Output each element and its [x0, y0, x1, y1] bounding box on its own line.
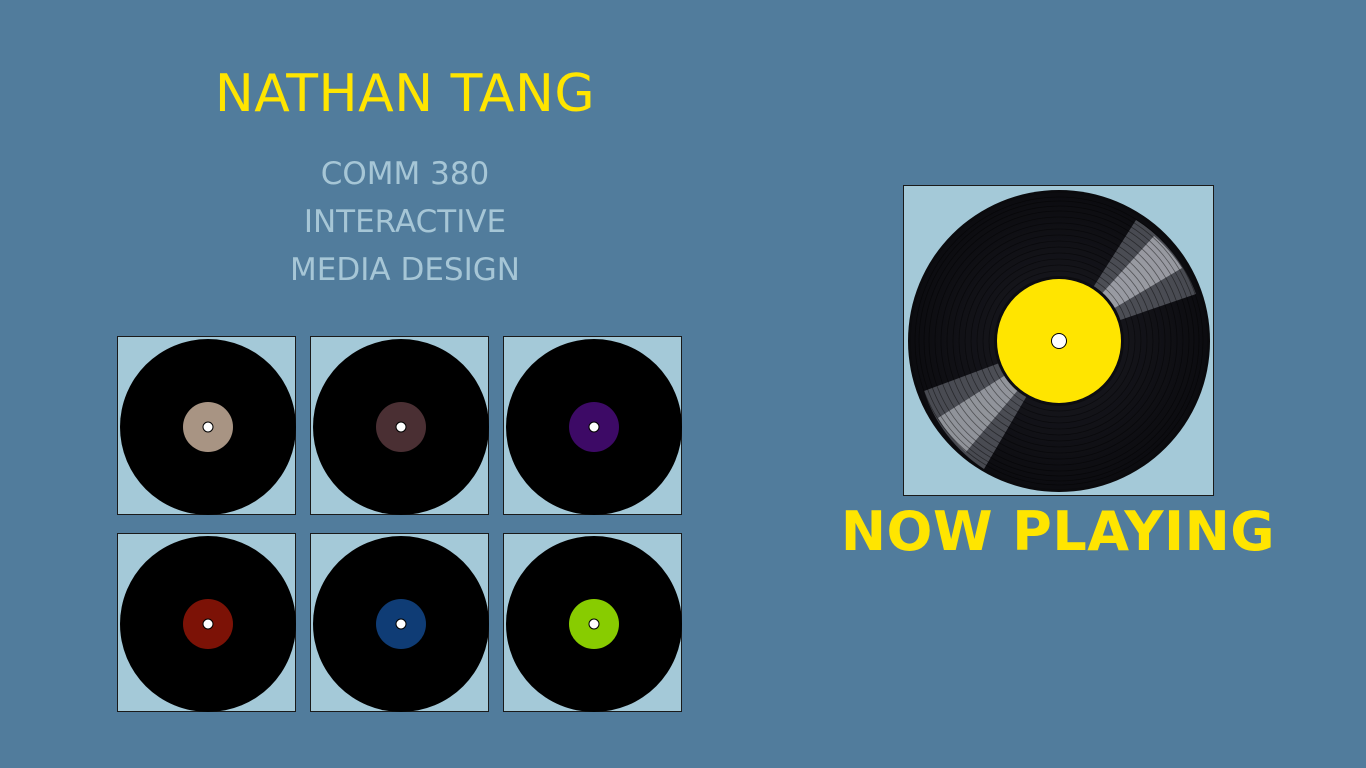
- record-tile-1[interactable]: [117, 336, 296, 515]
- record-tile-6[interactable]: [503, 533, 682, 712]
- vinyl-record-icon: [506, 536, 682, 712]
- course-line-2: INTERACTIVE: [303, 204, 507, 240]
- record-tile-4[interactable]: [117, 533, 296, 712]
- vinyl-record-icon: [120, 339, 296, 515]
- record-tile-3[interactable]: [503, 336, 682, 515]
- course-subtitle: COMM 380 INTERACTIVE MEDIA DESIGN: [105, 150, 705, 294]
- record-tile-2[interactable]: [310, 336, 489, 515]
- page-title: NATHAN TANG: [214, 64, 596, 124]
- vinyl-record-icon: [120, 536, 296, 712]
- vinyl-record-icon: [313, 536, 489, 712]
- record-tile-5[interactable]: [310, 533, 489, 712]
- vinyl-record-icon: [313, 339, 489, 515]
- now-playing-label: NOW PLAYING: [840, 500, 1276, 563]
- course-line-3: MEDIA DESIGN: [290, 252, 520, 288]
- course-line-1: COMM 380: [320, 156, 490, 192]
- vinyl-record-icon: [506, 339, 682, 515]
- vinyl-record-icon: [908, 190, 1210, 492]
- now-playing-record: [903, 185, 1214, 496]
